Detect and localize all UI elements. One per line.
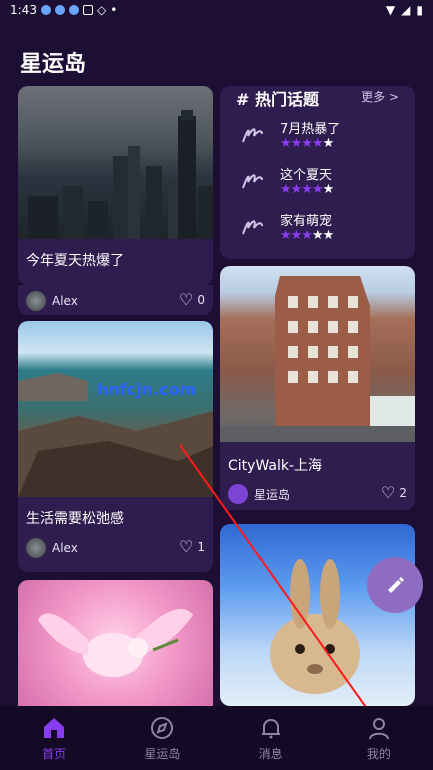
post-card[interactable] bbox=[220, 524, 415, 706]
post-image bbox=[18, 86, 213, 239]
bunny-image bbox=[270, 559, 360, 694]
nav-item-home[interactable]: 首页 bbox=[0, 706, 108, 770]
notification-icon bbox=[40, 5, 51, 15]
post-card[interactable] bbox=[18, 580, 213, 706]
topic-name: 家有萌宠 bbox=[280, 214, 333, 229]
nav-item-island[interactable]: 星运岛 bbox=[108, 706, 216, 770]
pencil-icon bbox=[388, 577, 404, 593]
like-count: 1 bbox=[197, 539, 205, 554]
post-title: 生活需要松弛感 bbox=[26, 511, 124, 527]
like-button[interactable]: ♡ 0 bbox=[179, 290, 205, 309]
like-button[interactable]: ♡ 1 bbox=[179, 537, 205, 556]
notification-icon bbox=[54, 5, 65, 15]
nav-label: 消息 bbox=[258, 746, 283, 761]
nav-item-profile[interactable]: 我的 bbox=[325, 706, 433, 770]
seaside-rocks-image bbox=[18, 373, 213, 497]
heart-icon: ♡ bbox=[381, 483, 396, 502]
nav-label: 首页 bbox=[42, 746, 67, 761]
nav-label: 我的 bbox=[366, 746, 391, 761]
post-meta: Alex ♡ 0 bbox=[18, 285, 213, 315]
battery-icon: ▮ bbox=[416, 3, 423, 17]
topic-squiggle-icon bbox=[242, 220, 263, 235]
post-image bbox=[220, 524, 415, 706]
post-meta: 星运岛 ♡ 2 bbox=[220, 480, 415, 510]
nav-label: 星运岛 bbox=[144, 746, 181, 761]
post-author[interactable]: Alex bbox=[26, 538, 78, 558]
post-image bbox=[220, 266, 415, 442]
post-author[interactable]: 星运岛 bbox=[228, 484, 290, 504]
more-topics-link[interactable]: 更多 > bbox=[361, 88, 399, 105]
topic-rating-stars: ★★★★★ bbox=[280, 228, 334, 243]
topic-item[interactable]: 这个夏天 ★★★★★ bbox=[236, 164, 406, 204]
wifi-icon: ▼ bbox=[385, 3, 396, 17]
page-title: 星运岛 bbox=[20, 52, 87, 77]
star-icon: ★ bbox=[322, 182, 335, 197]
topic-rating-stars: ★★★★★ bbox=[280, 182, 335, 197]
compose-button[interactable] bbox=[367, 557, 423, 613]
star-icon: ★★ bbox=[311, 228, 334, 243]
hot-topics-card: # 热门话题 更多 > 7月热暴了 ★★★★★ 这个夏天 ★★★★★ 家有萌宠 … bbox=[220, 86, 415, 259]
star-icon: ★ bbox=[322, 136, 335, 151]
post-image bbox=[18, 580, 213, 706]
author-name: Alex bbox=[52, 294, 78, 308]
nav-item-messages[interactable]: 消息 bbox=[217, 706, 325, 770]
post-card[interactable]: 生活需要松弛感 Alex ♡ 1 bbox=[18, 321, 213, 572]
star-icon: ★★★ bbox=[280, 228, 313, 243]
watermark-text: hnfcjn.com bbox=[97, 380, 197, 399]
like-button[interactable]: ♡ 2 bbox=[381, 483, 407, 502]
dot-icon: • bbox=[110, 3, 118, 17]
topic-squiggle-icon bbox=[242, 174, 263, 189]
topic-name: 7月热暴了 bbox=[280, 122, 341, 137]
signal-icon: ◢ bbox=[401, 3, 411, 17]
topic-rating-stars: ★★★★★ bbox=[280, 136, 335, 151]
post-title: 今年夏天热爆了 bbox=[26, 253, 124, 269]
topic-name: 这个夏天 bbox=[280, 168, 333, 183]
topic-item[interactable]: 7月热暴了 ★★★★★ bbox=[236, 118, 406, 158]
cube-icon: ◇ bbox=[96, 3, 107, 17]
heart-icon: ♡ bbox=[179, 290, 194, 309]
notification-icon bbox=[82, 5, 93, 15]
topic-item[interactable]: 家有萌宠 ★★★★★ bbox=[236, 210, 406, 250]
post-title: CityWalk-上海 bbox=[228, 458, 323, 474]
status-bar: 1:43 ◇ • ▼ ◢ ▮ bbox=[0, 0, 433, 20]
avatar bbox=[26, 291, 46, 311]
bottom-navigation: 首页 星运岛 消息 我的 bbox=[0, 706, 433, 770]
notification-icon bbox=[68, 5, 79, 15]
pink-dove-image bbox=[38, 608, 193, 677]
bell-icon bbox=[261, 718, 280, 738]
city-skyline-image bbox=[28, 110, 213, 239]
post-author[interactable]: Alex bbox=[26, 291, 78, 311]
avatar bbox=[26, 538, 46, 558]
author-name: Alex bbox=[52, 541, 78, 555]
like-count: 2 bbox=[399, 485, 407, 500]
user-icon bbox=[368, 717, 389, 739]
post-image bbox=[18, 321, 213, 497]
star-icon: ★★★★ bbox=[280, 136, 324, 151]
author-name: 星运岛 bbox=[254, 487, 291, 502]
star-icon: ★★★★ bbox=[280, 182, 324, 197]
post-card[interactable]: CityWalk-上海 bbox=[220, 266, 415, 489]
home-icon bbox=[44, 717, 65, 738]
compass-icon bbox=[151, 716, 174, 739]
avatar bbox=[228, 484, 248, 504]
like-count: 0 bbox=[197, 292, 205, 307]
topic-squiggle-icon bbox=[242, 128, 263, 143]
heart-icon: ♡ bbox=[179, 537, 194, 556]
status-time: 1:43 bbox=[10, 3, 37, 17]
post-card[interactable]: 今年夏天热爆了 bbox=[18, 86, 213, 285]
shanghai-building-image bbox=[220, 276, 415, 442]
